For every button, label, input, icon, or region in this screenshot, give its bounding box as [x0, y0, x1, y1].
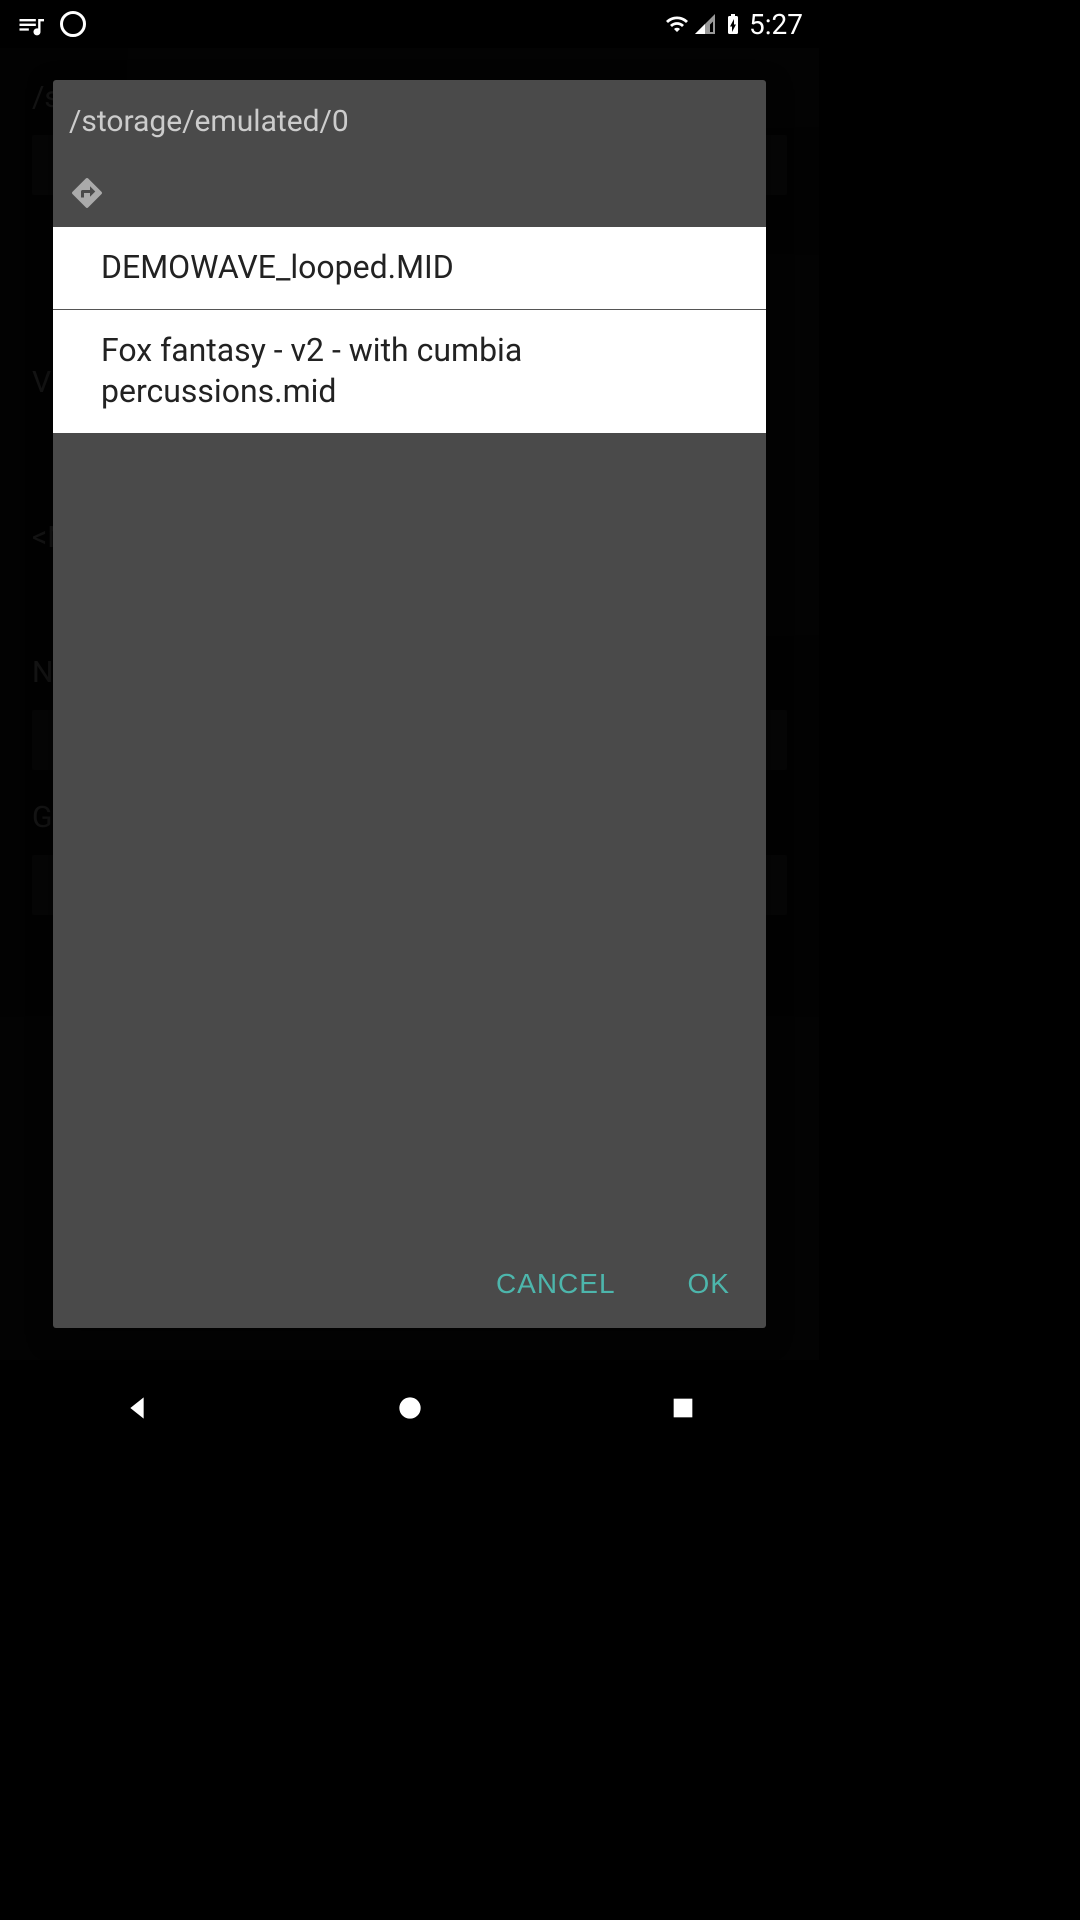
circle-icon	[60, 11, 86, 37]
file-item[interactable]: DEMOWAVE_looped.MID	[53, 227, 766, 310]
status-right-icons: 5:27	[665, 8, 803, 41]
cell-signal-icon	[693, 12, 717, 36]
file-list: DEMOWAVE_looped.MID Fox fantasy - v2 - w…	[53, 227, 766, 1244]
navigation-bar	[0, 1360, 819, 1456]
status-time: 5:27	[749, 8, 803, 41]
home-button[interactable]	[380, 1378, 440, 1438]
dialog-header: /storage/emulated/0	[53, 80, 766, 139]
file-picker-dialog: /storage/emulated/0 DEMOWAVE_looped.MID …	[53, 80, 766, 1328]
queue-music-icon	[16, 12, 44, 36]
directions-icon[interactable]	[69, 175, 105, 211]
dialog-footer: CANCEL OK	[53, 1244, 766, 1328]
status-left-icons	[16, 11, 86, 37]
dialog-nav-row[interactable]	[53, 139, 766, 227]
current-path: /storage/emulated/0	[69, 104, 750, 139]
recents-button[interactable]	[653, 1378, 713, 1438]
back-button[interactable]	[107, 1378, 167, 1438]
status-bar: 5:27	[0, 0, 819, 48]
ok-button[interactable]: OK	[676, 1260, 742, 1308]
wifi-icon	[665, 12, 689, 36]
battery-charging-icon	[721, 12, 745, 36]
file-item[interactable]: Fox fantasy - v2 - with cumbia percussio…	[53, 310, 766, 433]
cancel-button[interactable]: CANCEL	[484, 1260, 628, 1308]
